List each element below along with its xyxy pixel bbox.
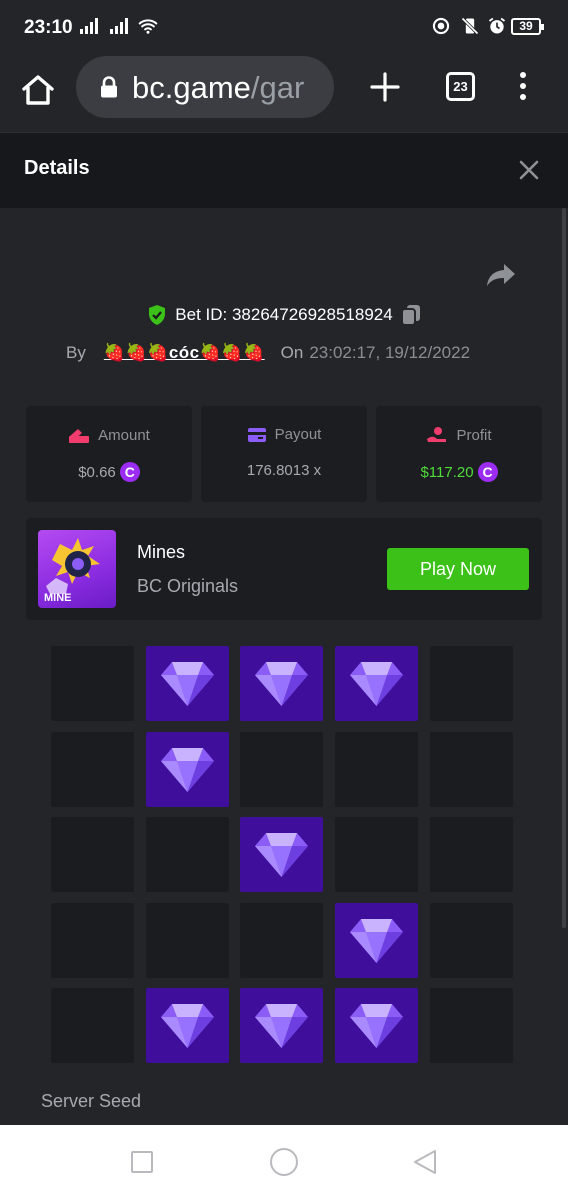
- share-icon[interactable]: [486, 262, 516, 288]
- username-link[interactable]: 🍓🍓🍓cóc🍓🍓🍓: [104, 343, 265, 363]
- stat-profit: Profit $117.20 C: [376, 406, 542, 502]
- data-saver-icon: [432, 17, 450, 35]
- hidden-tile: [335, 731, 419, 807]
- payout-label: Payout: [274, 426, 322, 443]
- back-button[interactable]: [411, 1148, 439, 1176]
- hidden-tile: [240, 902, 324, 978]
- revealed-gem-tile: [335, 902, 419, 978]
- revealed-gem-tile: [145, 646, 229, 721]
- details-title: Details: [24, 157, 90, 179]
- hidden-tile: [51, 902, 134, 978]
- lock-icon: [101, 76, 117, 98]
- battery-indicator: 39: [511, 18, 544, 35]
- copy-icon[interactable]: [400, 304, 421, 326]
- wifi-icon: [138, 19, 158, 34]
- bet-meta-row: By 🍓🍓🍓cóc🍓🍓🍓 On 23:02:17, 19/12/2022: [66, 338, 470, 368]
- bc-coin-icon: C: [119, 462, 140, 482]
- hidden-tile: [429, 646, 513, 721]
- profit-label: Profit: [456, 426, 492, 444]
- game-card: MINE Mines BC Originals Play Now: [26, 518, 542, 620]
- hidden-tile: [429, 731, 513, 807]
- browser-toolbar: bc.game/gar 23: [0, 56, 568, 132]
- revealed-gem-tile: [335, 646, 419, 721]
- tab-switcher-button[interactable]: 23: [446, 72, 475, 101]
- gem-icon: [160, 662, 214, 706]
- bet-details-page: Details Bet ID: 38264726928518924 By 🍓🍓🍓…: [0, 132, 568, 1125]
- hidden-tile: [145, 902, 229, 978]
- play-now-button[interactable]: Play Now: [387, 548, 529, 590]
- mines-game-thumbnail[interactable]: MINE: [38, 530, 116, 608]
- profit-icon: [427, 427, 447, 442]
- revealed-gem-tile: [240, 988, 324, 1063]
- hidden-tile: [51, 646, 134, 721]
- hidden-tile: [51, 988, 134, 1063]
- bc-coin-icon: C: [477, 462, 498, 482]
- revealed-gem-tile: [240, 646, 324, 721]
- url-text: bc.game/gar: [132, 70, 305, 105]
- payout-value: 176.8013 x: [246, 462, 322, 479]
- server-seed-label: Server Seed: [41, 1091, 142, 1111]
- stat-amount: Amount $0.66 C: [26, 406, 192, 502]
- amount-icon: [69, 429, 90, 443]
- gem-icon: [255, 1004, 309, 1048]
- clock: 23:10: [24, 17, 73, 38]
- gem-icon: [160, 1004, 214, 1048]
- home-icon[interactable]: [20, 72, 56, 108]
- signal-icon: [80, 18, 98, 34]
- details-header: Details: [0, 132, 568, 208]
- close-icon[interactable]: [518, 159, 540, 181]
- revealed-gem-tile: [145, 988, 229, 1063]
- gem-icon: [255, 833, 309, 877]
- gem-icon: [350, 662, 404, 706]
- amount-value: $0.66: [78, 463, 116, 481]
- bet-id-row: Bet ID: 38264726928518924: [0, 300, 568, 330]
- new-tab-icon[interactable]: [370, 72, 400, 102]
- hidden-tile: [145, 817, 229, 892]
- payout-icon: [247, 427, 266, 442]
- game-name: Mines: [137, 542, 186, 562]
- revealed-gem-tile: [335, 988, 419, 1063]
- stat-payout: Payout 176.8013 x: [201, 406, 367, 502]
- signal-icon-2: [110, 18, 128, 34]
- hidden-tile: [335, 817, 419, 892]
- vibrate-off-icon: [461, 17, 479, 35]
- bet-id: Bet ID: 38264726928518924: [175, 305, 393, 324]
- hidden-tile: [240, 731, 324, 807]
- address-bar[interactable]: bc.game/gar: [76, 56, 334, 118]
- game-provider: BC Originals: [137, 576, 239, 596]
- gem-icon: [350, 918, 404, 963]
- revealed-gem-tile: [145, 731, 229, 807]
- gem-icon: [350, 1004, 404, 1048]
- bet-timestamp: 23:02:17, 19/12/2022: [309, 343, 471, 362]
- home-button[interactable]: [270, 1148, 298, 1176]
- hidden-tile: [51, 731, 134, 807]
- verified-shield-icon: [149, 305, 166, 325]
- hidden-tile: [51, 817, 134, 892]
- alarm-icon: [488, 17, 506, 34]
- gem-icon: [255, 662, 309, 706]
- hidden-tile: [429, 817, 513, 892]
- hidden-tile: [429, 988, 513, 1063]
- by-label: By: [66, 343, 86, 362]
- recents-button[interactable]: [131, 1151, 153, 1173]
- gem-icon: [160, 747, 214, 792]
- amount-label: Amount: [98, 426, 150, 444]
- on-label: On: [280, 343, 304, 362]
- hidden-tile: [429, 902, 513, 978]
- status-bar: 23:10 39: [0, 0, 568, 56]
- browser-menu-icon[interactable]: [518, 72, 528, 104]
- thumbnail-label: MINE: [44, 592, 72, 604]
- profit-value: $117.20: [420, 463, 474, 481]
- mines-board: [51, 646, 513, 1064]
- system-nav-bar: [0, 1125, 568, 1200]
- revealed-gem-tile: [240, 817, 324, 892]
